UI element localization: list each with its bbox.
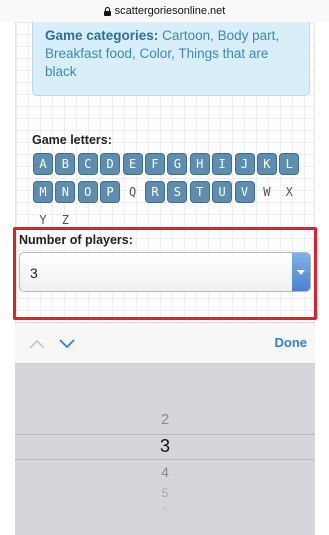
categories-box: Game categories: Cartoon, Body part, Bre…	[32, 22, 310, 96]
letter-k[interactable]: K	[256, 153, 277, 175]
players-select-value: 3	[30, 265, 38, 281]
picker-option[interactable]: 4	[15, 464, 315, 480]
lock-icon	[103, 6, 111, 16]
picker-option[interactable]: 2	[15, 411, 315, 428]
chevron-down-icon[interactable]	[59, 336, 75, 354]
letter-i[interactable]: I	[212, 153, 233, 175]
letter-j[interactable]: J	[234, 153, 255, 175]
letter-o[interactable]: O	[77, 181, 98, 203]
letter-w[interactable]: W	[257, 181, 277, 203]
letter-row: ABCDEFGHIJKL	[33, 153, 313, 177]
picker-option-selected[interactable]: 3	[15, 436, 315, 457]
letter-row: MNOPQRSTUVWX	[33, 181, 313, 205]
letter-e[interactable]: E	[122, 153, 143, 175]
letter-x[interactable]: X	[279, 181, 299, 203]
letter-r[interactable]: R	[144, 181, 165, 203]
letter-b[interactable]: B	[55, 153, 76, 175]
done-button[interactable]: Done	[275, 335, 308, 350]
picker-option[interactable]: 6	[15, 506, 315, 513]
letter-a[interactable]: A	[33, 153, 53, 175]
letter-s[interactable]: S	[167, 181, 188, 203]
chevron-up-icon[interactable]	[29, 336, 45, 354]
url-text: scattergoriesonline.net	[114, 5, 226, 17]
select-arrow-icon	[292, 253, 310, 291]
letters-grid: ABCDEFGHIJKLMNOPQRSTUVWXYZ	[33, 153, 313, 237]
letter-n[interactable]: N	[55, 181, 76, 203]
letters-heading: Game letters:	[32, 133, 112, 147]
letter-q[interactable]: Q	[123, 181, 143, 203]
picker-option[interactable]: 5	[15, 486, 315, 500]
letter-f[interactable]: F	[144, 153, 165, 175]
players-section: Number of players: 3	[13, 227, 317, 320]
letter-g[interactable]: G	[167, 153, 188, 175]
letter-d[interactable]: D	[100, 153, 121, 175]
players-label: Number of players:	[19, 233, 133, 247]
letter-t[interactable]: T	[189, 181, 210, 203]
number-picker[interactable]: 2 3 4 5 6	[15, 364, 315, 535]
letter-h[interactable]: H	[189, 153, 210, 175]
letter-m[interactable]: M	[33, 181, 53, 203]
players-select[interactable]: 3	[19, 252, 311, 292]
letter-c[interactable]: C	[77, 153, 98, 175]
categories-label: Game categories:	[45, 28, 159, 43]
letter-u[interactable]: U	[212, 181, 233, 203]
letter-p[interactable]: P	[100, 181, 121, 203]
letter-v[interactable]: V	[234, 181, 255, 203]
letter-l[interactable]: L	[279, 153, 300, 175]
keyboard-toolbar: Done	[15, 322, 315, 364]
url-bar[interactable]: scattergoriesonline.net	[0, 0, 329, 22]
